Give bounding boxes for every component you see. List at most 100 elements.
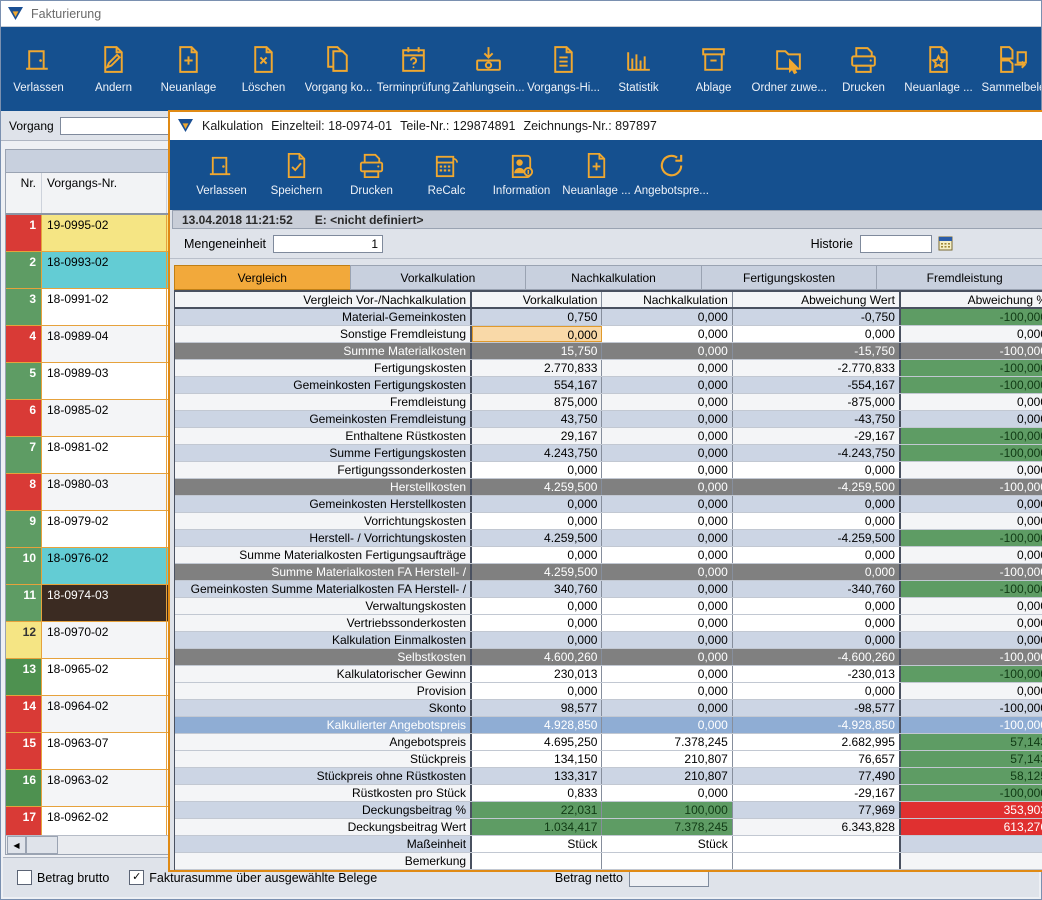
toolbar-button-drucken[interactable]: Drucken: [826, 33, 901, 94]
grid-row[interactable]: Kalkulierter Angebotspreis4.928,8500,000…: [175, 717, 1042, 734]
grid-row[interactable]: Fremdleistung875,0000,000-875,0000,000: [175, 394, 1042, 411]
historie-group: Historie: [811, 235, 953, 253]
kalk-toolbar-button-verlassen[interactable]: Verlassen: [184, 145, 259, 197]
grid-row[interactable]: Verwaltungskosten0,0000,0000,0000,000: [175, 598, 1042, 615]
grid-row[interactable]: Vorrichtungskosten0,0000,0000,0000,000: [175, 513, 1042, 530]
grid-cell-nachkalkulation: 0,000: [602, 411, 732, 427]
grid-row[interactable]: Fertigungskosten2.770,8330,000-2.770,833…: [175, 360, 1042, 377]
grid-row[interactable]: Fertigungssonderkosten0,0000,0000,0000,0…: [175, 462, 1042, 479]
list-col-header-1[interactable]: Vorgangs-Nr.: [42, 173, 167, 213]
grid-col-header-0[interactable]: Vergleich Vor-/Nachkalkulation: [175, 292, 472, 307]
grid-cell-nachkalkulation: 0,000: [602, 649, 732, 665]
kalk-toolbar-button-speichern[interactable]: Speichern: [259, 145, 334, 197]
historie-input[interactable]: [860, 235, 932, 253]
grid-col-header-2[interactable]: Nachkalkulation: [602, 292, 732, 307]
kalk-toolbar-button-information[interactable]: Information: [484, 145, 559, 197]
grid-row-label: Deckungsbeitrag %: [175, 802, 472, 818]
grid-row[interactable]: Summe Materialkosten Fertigungsaufträge0…: [175, 547, 1042, 564]
grid-cell-nachkalkulation: 0,000: [602, 479, 732, 495]
scroll-left-icon[interactable]: ◀: [7, 836, 26, 854]
grid-row[interactable]: Summe Materialkosten FA Herstell- /4.259…: [175, 564, 1042, 581]
grid-row[interactable]: Gemeinkosten Summe Materialkosten FA Her…: [175, 581, 1042, 598]
edit-pencil-document-icon: [97, 37, 130, 81]
toolbar-button-neuanlage[interactable]: Neuanlage: [151, 33, 226, 94]
grid-cell-nachkalkulation: 0,000: [602, 462, 732, 478]
grid-row[interactable]: Gemeinkosten Fremdleistung43,7500,000-43…: [175, 411, 1042, 428]
grid-cell-vorkalkulation: 22,031: [472, 802, 602, 818]
row-number: 5: [6, 363, 42, 399]
tab-vorkalkulation[interactable]: Vorkalkulation: [350, 265, 527, 290]
grid-row[interactable]: Bemerkung: [175, 853, 1042, 870]
grid-row[interactable]: Summe Fertigungskosten4.243,7500,000-4.2…: [175, 445, 1042, 462]
tab-fremdleistung[interactable]: Fremdleistung: [876, 265, 1042, 290]
betrag-brutto-checkbox-box[interactable]: [17, 870, 32, 885]
vorgang-input[interactable]: [60, 117, 170, 135]
new-document-plus-icon: [581, 145, 612, 185]
row-vorgangs-nr: 18-0970-02: [42, 622, 167, 658]
row-number: 16: [6, 770, 42, 806]
toolbar-button-ordner-zuwe[interactable]: Ordner zuwe...: [751, 33, 826, 94]
kalk-toolbar-button-recalc[interactable]: ReCalc: [409, 145, 484, 197]
grid-row-label: Fremdleistung: [175, 394, 472, 410]
grid-row[interactable]: Stückpreis134,150210,80776,65757,143: [175, 751, 1042, 768]
grid-row-label: Stückpreis ohne Rüstkosten: [175, 768, 472, 784]
grid-row[interactable]: Deckungsbeitrag %22,031100,00077,969353,…: [175, 802, 1042, 819]
grid-row[interactable]: Provision0,0000,0000,0000,000: [175, 683, 1042, 700]
grid-row[interactable]: Material-Gemeinkosten0,7500,000-0,750-10…: [175, 309, 1042, 326]
kalk-toolbar-button-drucken[interactable]: Drucken: [334, 145, 409, 197]
grid-cell-vorkalkulation: 29,167: [472, 428, 602, 444]
grid-col-header-3[interactable]: Abweichung Wert: [733, 292, 901, 307]
tab-nachkalkulation[interactable]: Nachkalkulation: [525, 265, 702, 290]
toolbar-button-ablage[interactable]: Ablage: [676, 33, 751, 94]
grid-row[interactable]: Selbstkosten4.600,2600,000-4.600,260-100…: [175, 649, 1042, 666]
grid-cell-abweichung-prozent: 0,000: [901, 326, 1042, 342]
grid-col-header-4[interactable]: Abweichung %: [901, 292, 1042, 307]
kalk-toolbar-button-angebotspre[interactable]: Angebotspre...: [634, 145, 709, 197]
grid-row[interactable]: Stückpreis ohne Rüstkosten133,317210,807…: [175, 768, 1042, 785]
fakturasumme-checkbox-box[interactable]: ✓: [129, 870, 144, 885]
grid-row[interactable]: Vertriebssonderkosten0,0000,0000,0000,00…: [175, 615, 1042, 632]
tab-vergleich[interactable]: Vergleich: [174, 265, 351, 290]
grid-row[interactable]: Enthaltene Rüstkosten29,1670,000-29,167-…: [175, 428, 1042, 445]
toolbar-button-terminpr-fung[interactable]: Terminprüfung: [376, 33, 451, 94]
toolbar-button-sammelbele[interactable]: Sammelbele: [976, 33, 1041, 94]
toolbar-button-verlassen[interactable]: Verlassen: [1, 33, 76, 94]
checkbox-fakturasumme[interactable]: ✓ Fakturasumme über ausgewählte Belege: [129, 870, 377, 885]
toolbar-button-vorgang-ko[interactable]: Vorgang ko...: [301, 33, 376, 94]
grid-row[interactable]: Summe Materialkosten15,7500,000-15,750-1…: [175, 343, 1042, 360]
grid-cell-nachkalkulation: 0,000: [602, 632, 732, 648]
kalk-toolbar-button-neuanlage[interactable]: Neuanlage ...: [559, 145, 634, 197]
grid-row[interactable]: Herstellkosten4.259,5000,000-4.259,500-1…: [175, 479, 1042, 496]
list-col-header-0[interactable]: Nr.: [6, 173, 42, 213]
mengeneinheit-input[interactable]: 1: [273, 235, 383, 253]
calendar-icon[interactable]: [938, 236, 953, 251]
grid-cell-nachkalkulation: 0,000: [602, 547, 732, 563]
grid-row[interactable]: Gemeinkosten Herstellkosten0,0000,0000,0…: [175, 496, 1042, 513]
grid-cell-vorkalkulation: 0,000: [472, 598, 602, 614]
toolbar-button-neuanlage[interactable]: Neuanlage ...: [901, 33, 976, 94]
kalk-toolbar-button-label: Drucken: [350, 185, 393, 197]
grid-row[interactable]: Sonstige Fremdleistung0,0000,0000,0000,0…: [175, 326, 1042, 343]
grid-row-label: Herstellkosten: [175, 479, 472, 495]
grid-row[interactable]: MaßeinheitStückStück: [175, 836, 1042, 853]
grid-row[interactable]: Angebotspreis4.695,2507.378,2452.682,995…: [175, 734, 1042, 751]
toolbar-button-vorgangs-hi[interactable]: Vorgangs-Hi...: [526, 33, 601, 94]
tab-fertigungskosten[interactable]: Fertigungskosten: [701, 265, 878, 290]
grid-row[interactable]: Gemeinkosten Fertigungskosten554,1670,00…: [175, 377, 1042, 394]
row-vorgangs-nr: 18-0979-02: [42, 511, 167, 547]
grid-row[interactable]: Kalkulatorischer Gewinn230,0130,000-230,…: [175, 666, 1042, 683]
grid-cell-vorkalkulation: 0,000: [472, 326, 602, 342]
grid-col-header-1[interactable]: Vorkalkulation: [472, 292, 602, 307]
grid-cell-vorkalkulation: 0,000: [472, 547, 602, 563]
toolbar-button-statistik[interactable]: Statistik: [601, 33, 676, 94]
toolbar-button-l-schen[interactable]: Löschen: [226, 33, 301, 94]
grid-row[interactable]: Rüstkosten pro Stück0,8330,000-29,167-10…: [175, 785, 1042, 802]
grid-row[interactable]: Skonto98,5770,000-98,577-100,000: [175, 700, 1042, 717]
grid-row[interactable]: Herstell- / Vorrichtungskosten4.259,5000…: [175, 530, 1042, 547]
toolbar-button-zahlungsein[interactable]: Zahlungsein...: [451, 33, 526, 94]
grid-row[interactable]: Deckungsbeitrag Wert1.034,4177.378,2456.…: [175, 819, 1042, 836]
scroll-thumb[interactable]: [26, 836, 58, 854]
grid-row[interactable]: Kalkulation Einmalkosten0,0000,0000,0000…: [175, 632, 1042, 649]
toolbar-button--ndern[interactable]: Ändern: [76, 33, 151, 94]
checkbox-betrag-brutto[interactable]: Betrag brutto: [17, 870, 109, 885]
